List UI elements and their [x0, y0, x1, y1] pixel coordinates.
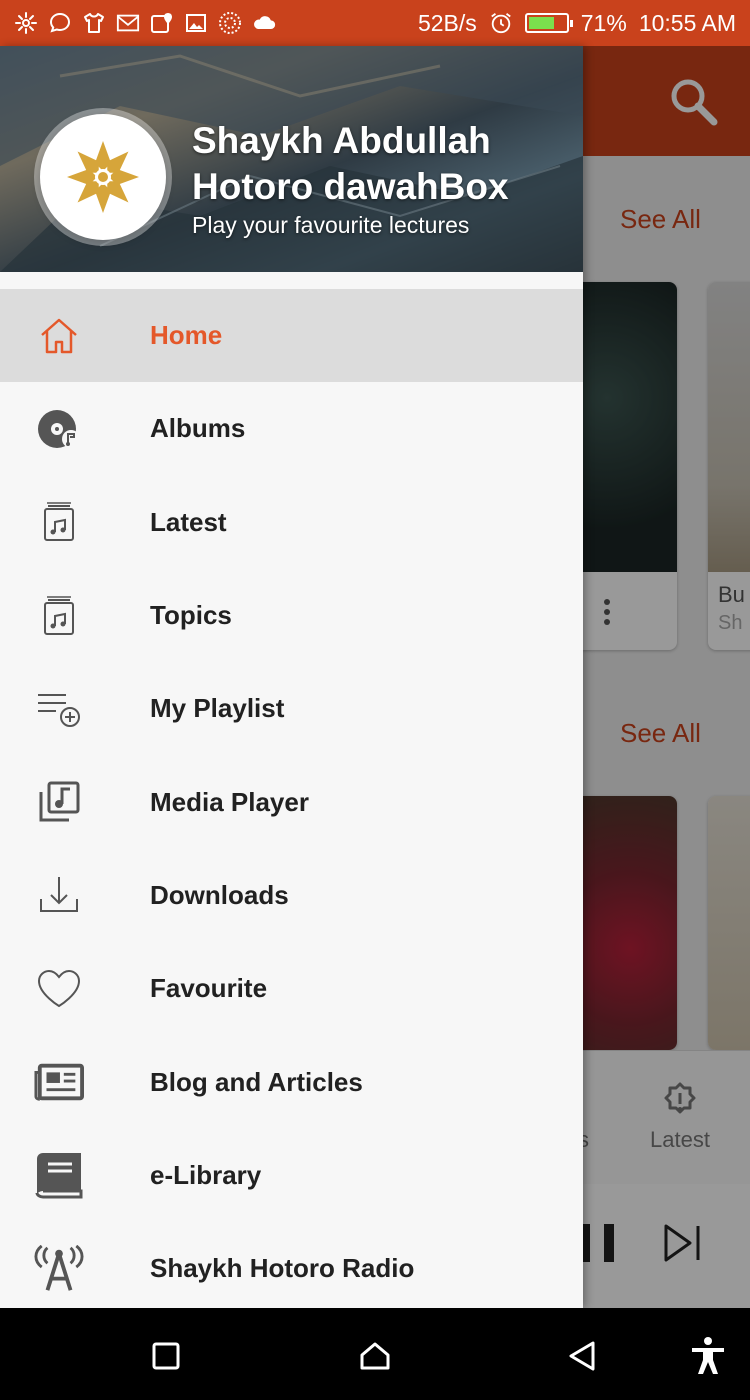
download-icon: [34, 870, 84, 920]
spinner-icon: [14, 11, 38, 35]
location-icon: [150, 11, 174, 35]
vinyl-music-icon: [34, 404, 84, 454]
chat-icon: [48, 11, 72, 35]
image-icon: [184, 11, 208, 35]
drawer-item-my-playlist[interactable]: My Playlist: [0, 662, 583, 755]
drawer-item-e-library[interactable]: e-Library: [0, 1129, 583, 1222]
alarm-icon: [489, 11, 513, 35]
radio-antenna-icon: [34, 1244, 84, 1294]
navigation-drawer: Shaykh Abdullah Hotoro dawahBox Play you…: [0, 46, 583, 1308]
app-logo: [40, 114, 166, 240]
drawer-item-label: Downloads: [150, 879, 289, 910]
playlist-add-icon: [34, 684, 84, 734]
drawer-item-label: Shaykh Hotoro Radio: [150, 1253, 415, 1284]
drawer-item-shaykh-hotoro-radio[interactable]: Shaykh Hotoro Radio: [0, 1222, 583, 1308]
home-nav-icon[interactable]: [355, 1336, 395, 1376]
drawer-item-label: Media Player: [150, 786, 309, 817]
accessibility-icon[interactable]: [688, 1336, 728, 1376]
drawer-item-label: Home: [150, 320, 223, 351]
drawer-item-favourite[interactable]: Favourite: [0, 942, 583, 1035]
newspaper-icon: [34, 1057, 84, 1107]
clock: 10:55 AM: [638, 9, 736, 36]
drawer-item-label: e-Library: [150, 1159, 262, 1190]
drawer-item-label: Albums: [150, 413, 246, 444]
battery-percent: 71%: [580, 9, 627, 36]
music-file-icon: [34, 591, 84, 641]
drawer-item-home[interactable]: Home: [0, 289, 583, 383]
music-library-icon: [34, 777, 84, 827]
drawer-item-blog-and-articles[interactable]: Blog and Articles: [0, 1035, 583, 1128]
drawer-item-downloads[interactable]: Downloads: [0, 849, 583, 942]
cloud-icon: [252, 11, 276, 35]
music-file-icon: [34, 497, 84, 547]
drawer-item-media-player[interactable]: Media Player: [0, 755, 583, 848]
home-icon: [34, 311, 84, 361]
drawer-item-latest[interactable]: Latest: [0, 476, 583, 569]
gmail-icon: [116, 11, 140, 35]
drawer-item-topics[interactable]: Topics: [0, 569, 583, 662]
drawer-item-label: Blog and Articles: [150, 1066, 363, 1097]
battery-icon: [524, 13, 573, 33]
book-icon: [34, 1150, 84, 1200]
back-icon[interactable]: [562, 1336, 602, 1376]
heart-icon: [34, 964, 84, 1014]
recent-apps-icon[interactable]: [146, 1336, 186, 1376]
dotted-circle-icon: [218, 11, 242, 35]
shirt-icon: [82, 11, 106, 35]
drawer-item-albums[interactable]: Albums: [0, 382, 583, 475]
system-navigation-bar: [0, 1308, 750, 1400]
drawer-item-label: My Playlist: [150, 693, 285, 724]
drawer-item-label: Topics: [150, 600, 232, 631]
drawer-item-label: Favourite: [150, 973, 268, 1004]
drawer-title: Shaykh Abdullah Hotoro dawahBox: [192, 120, 509, 207]
status-bar: 52B/s 71% 10:55 AM: [0, 0, 750, 46]
drawer-header: Shaykh Abdullah Hotoro dawahBox Play you…: [0, 46, 583, 272]
network-speed: 52B/s: [417, 9, 477, 36]
drawer-menu: Home Albums Latest Topics My Playlist Media P…: [0, 289, 583, 1308]
drawer-item-label: Latest: [150, 506, 227, 537]
drawer-subtitle: Play your favourite lectures: [192, 212, 470, 238]
